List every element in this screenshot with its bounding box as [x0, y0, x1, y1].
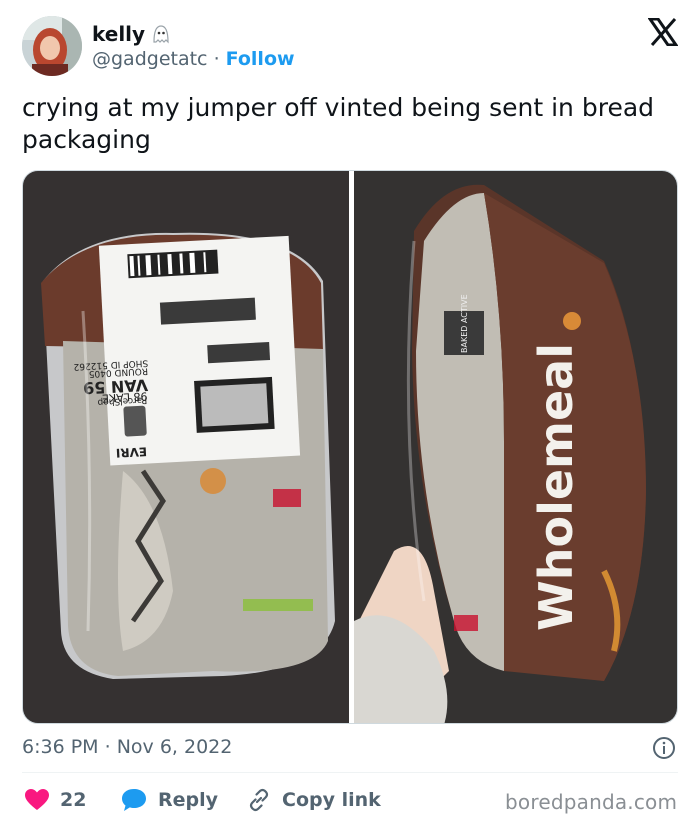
label-evri: EVRI: [115, 444, 147, 460]
ghost-icon: [150, 22, 172, 46]
divider: [22, 772, 678, 773]
photo-right[interactable]: Wholemeal BAKED ACTIVE: [354, 171, 677, 723]
reply-label: Reply: [158, 789, 219, 811]
author-name[interactable]: kelly: [92, 22, 145, 46]
photo-left[interactable]: SHOP ID 512262 ROUND 0405 VAN 59 98 LAKE…: [23, 171, 349, 723]
handle-separator: ·: [213, 48, 220, 70]
tweet-card: kelly @gadgetatc · Follow crying at my j…: [0, 0, 700, 826]
link-icon: [246, 787, 272, 813]
right-brand-text: Wholemeal: [529, 343, 583, 631]
follow-button[interactable]: Follow: [226, 48, 295, 70]
like-button[interactable]: 22: [24, 786, 86, 814]
copy-link-label: Copy link: [282, 789, 381, 811]
tweet-media[interactable]: SHOP ID 512262 ROUND 0405 VAN 59 98 LAKE…: [22, 170, 678, 724]
tweet-text: crying at my jumper off vinted being sen…: [22, 93, 655, 154]
tweet-date: Nov 6, 2022: [116, 736, 233, 758]
copy-link-button[interactable]: Copy link: [246, 786, 381, 814]
tweet-time: 6:36 PM: [22, 736, 99, 758]
speech-bubble-icon: [120, 787, 148, 813]
heart-icon: [24, 788, 50, 812]
avatar[interactable]: [22, 16, 82, 76]
time-separator: ·: [104, 736, 111, 758]
watermark: boredpanda.com: [505, 790, 678, 814]
right-badge-text: BAKED ACTIVE: [460, 294, 469, 353]
author-meta-row: @gadgetatc · Follow: [92, 48, 295, 70]
timestamp[interactable]: 6:36 PM · Nov 6, 2022: [22, 736, 232, 758]
x-logo-icon[interactable]: [647, 17, 679, 47]
info-icon[interactable]: [652, 736, 676, 760]
author-handle[interactable]: @gadgetatc: [92, 48, 208, 70]
like-count: 22: [60, 789, 87, 811]
reply-button[interactable]: Reply: [120, 786, 218, 814]
